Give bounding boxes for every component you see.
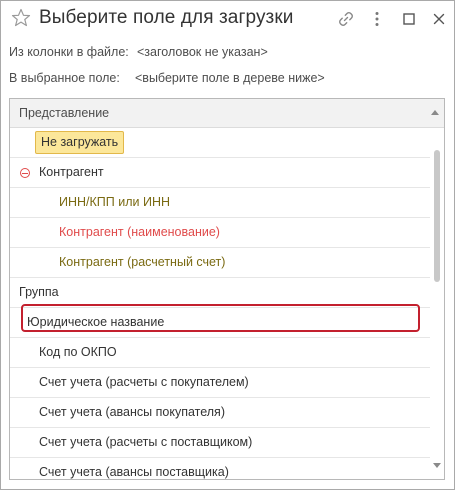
tree-group-counterparty[interactable]: Контрагент (10, 158, 430, 188)
highlight-frame (21, 304, 420, 332)
tree-item-okpo[interactable]: Код по ОКПО (10, 338, 430, 368)
file-column-row: Из колонки в файле: <заголовок не указан… (9, 45, 268, 59)
tree-column-header[interactable]: Представление (10, 99, 444, 128)
tree-item-label: ИНН/КПП или ИНН (59, 195, 171, 209)
selected-item-label: Не загружать (35, 131, 125, 154)
tree-item-label: Код по ОКПО (39, 345, 117, 359)
scrollbar-thumb[interactable] (434, 150, 440, 282)
vertical-scrollbar[interactable] (431, 128, 443, 478)
star-icon[interactable] (11, 8, 31, 28)
tree-item-label: Группа (19, 285, 59, 299)
tree-item-skip[interactable]: Не загружать (10, 128, 430, 158)
tree-item-counterparty-name[interactable]: Контрагент (наименование) (10, 218, 430, 248)
target-field-value: <выберите поле в дереве ниже> (135, 71, 325, 85)
target-field-row: В выбранное поле: <выберите поле в дерев… (9, 71, 325, 85)
tree-item-account-customer[interactable]: Счет учета (расчеты с покупателем) (10, 368, 430, 398)
tree-item-advance-customer[interactable]: Счет учета (авансы покупателя) (10, 398, 430, 428)
link-icon[interactable] (336, 9, 356, 29)
tree-item-label: Счет учета (расчеты с поставщиком) (39, 435, 253, 449)
file-column-label: Из колонки в файле: (9, 45, 129, 59)
collapse-icon[interactable] (20, 168, 30, 178)
tree-item-label: Контрагент (наименование) (59, 225, 220, 239)
scroll-down-icon[interactable] (433, 463, 441, 468)
target-field-label: В выбранное поле: (9, 71, 120, 85)
tree-item-label: Контрагент (39, 165, 104, 179)
file-column-value: <заголовок не указан> (137, 45, 268, 59)
tree-item-label: Счет учета (авансы поставщика) (39, 465, 229, 479)
tree-item-counterparty-account[interactable]: Контрагент (расчетный счет) (10, 248, 430, 278)
maximize-icon[interactable] (399, 9, 419, 29)
window-title: Выберите поле для загрузки (39, 7, 294, 28)
dialog-window: Выберите поле для загрузки Из колонки в … (0, 0, 455, 490)
scroll-up-icon[interactable] (431, 110, 439, 115)
tree-item-label: Счет учета (расчеты с покупателем) (39, 375, 249, 389)
tree-item-inn[interactable]: ИНН/КПП или ИНН (10, 188, 430, 218)
tree-item-label: Контрагент (расчетный счет) (59, 255, 226, 269)
tree-item-label: Счет учета (авансы покупателя) (39, 405, 225, 419)
title-bar: Выберите поле для загрузки (1, 1, 454, 39)
tree-item-account-supplier[interactable]: Счет учета (расчеты с поставщиком) (10, 428, 430, 458)
close-icon[interactable] (429, 9, 449, 29)
field-tree[interactable]: Представление Не загружать Контрагент ИН… (9, 98, 445, 480)
more-icon[interactable] (367, 9, 387, 29)
tree-header-label: Представление (19, 106, 110, 120)
tree-item-advance-supplier[interactable]: Счет учета (авансы поставщика) (10, 458, 430, 479)
